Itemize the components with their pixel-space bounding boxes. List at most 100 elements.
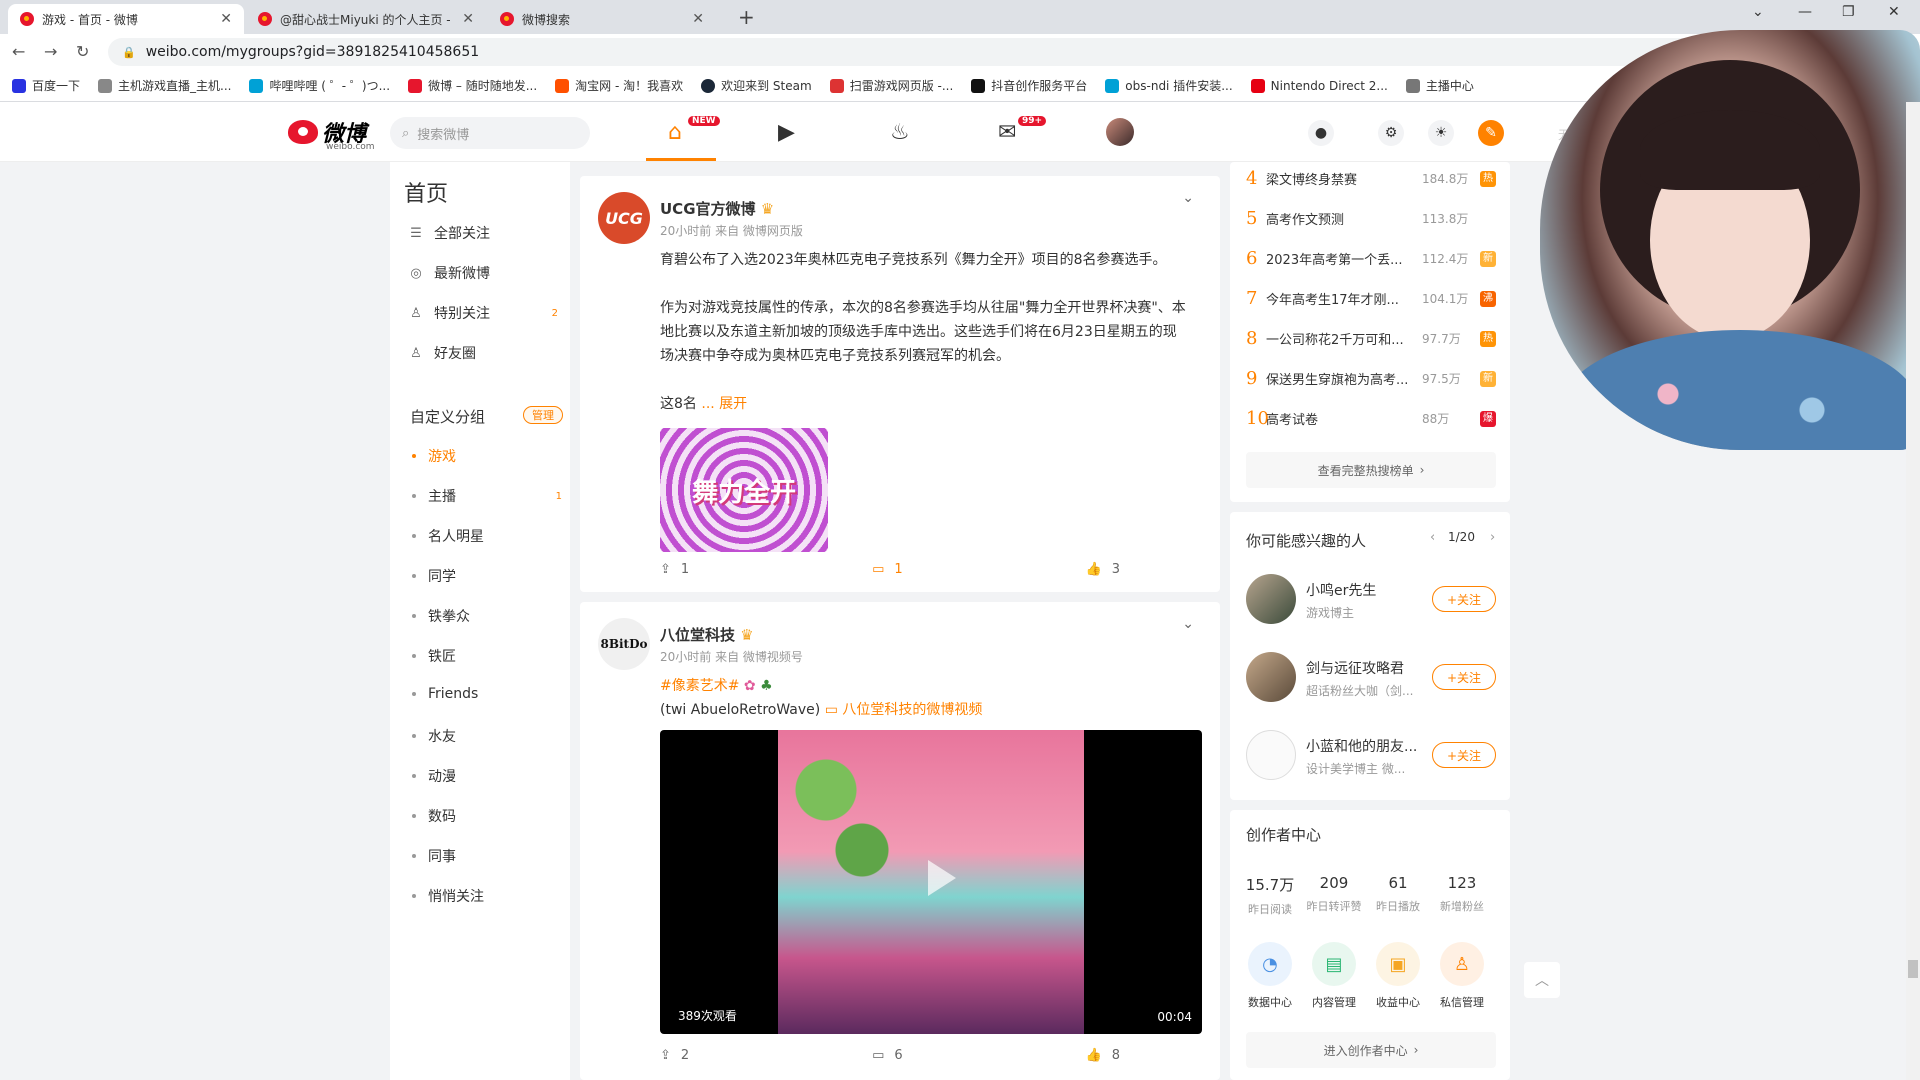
hot-icon[interactable]: ♨ [890,120,910,145]
browser-tab-active[interactable]: 游戏 - 首页 - 微博 ✕ [8,4,244,34]
stat-item[interactable]: 15.7万 昨日阅读 [1238,874,1302,917]
share-button[interactable]: ⇪ 1 [660,562,689,577]
weibo-logo[interactable]: 微博 weibo.com [288,116,375,152]
avatar[interactable] [1246,652,1296,702]
hot-search-item[interactable]: 6 2023年高考第一个丢... 112.4万新 [1246,248,1496,269]
avatar[interactable] [1246,730,1296,780]
gear-icon[interactable]: ⚙ [1378,120,1404,146]
scrollbar-thumb[interactable] [1908,960,1918,978]
bookmark-item[interactable]: 微博 – 随时随地发... [408,77,537,94]
bookmark-item[interactable]: Nintendo Direct 2... [1250,78,1388,93]
post-image[interactable]: 舞力全开 [660,428,828,552]
reload-icon[interactable]: ↻ [76,42,89,61]
tool-message-manage[interactable]: ♙ 私信管理 [1430,942,1494,1010]
group-item[interactable]: Friends [412,686,562,702]
hot-search-item[interactable]: 7 今年高考生17年才刚... 104.1万沸 [1246,288,1496,309]
comment-button[interactable]: ▭ 6 [872,1048,903,1063]
home-icon[interactable]: ⌂ [668,120,682,145]
back-to-top-button[interactable]: ︿ [1524,962,1560,998]
chevron-down-icon[interactable]: ⌄ [1182,616,1194,632]
bookmark-item[interactable]: 哔哩哔哩 ( ゜- ゜)つ... [249,77,390,94]
manage-button[interactable]: 管理 [523,406,563,424]
author-name[interactable]: 八位堂科技 ♛ [660,624,754,645]
play-icon[interactable] [928,860,956,896]
share-button[interactable]: ⇪ 2 [660,1048,689,1063]
author-avatar[interactable]: UCG [598,192,650,244]
tool-content-manage[interactable]: ▤ 内容管理 [1302,942,1366,1010]
group-item[interactable]: 同学 [412,566,562,586]
follow-button[interactable]: +关注 [1432,664,1496,690]
hot-search-item[interactable]: 5 高考作文预测 113.8万 [1246,208,1496,229]
group-item[interactable]: 数码 [412,806,562,826]
hashtag-link[interactable]: #像素艺术# [660,678,739,694]
new-tab-icon[interactable]: + [738,5,755,29]
like-button[interactable]: 👍 8 [1086,1048,1120,1063]
tab-search-icon[interactable]: ⌄ [1752,4,1764,20]
close-tab-icon[interactable]: ✕ [692,11,704,27]
browser-tab[interactable]: @甜心战士Miyuki 的个人主页 - ✕ [246,4,486,34]
hot-search-item[interactable]: 8 一公司称花2千万可和... 97.7万热 [1246,328,1496,349]
comment-button[interactable]: ▭ 1 [872,562,903,577]
theme-icon[interactable]: ☀ [1428,120,1454,146]
follow-button[interactable]: +关注 [1432,586,1496,612]
message-icon[interactable]: ✉ [998,120,1016,145]
bookmark-item[interactable]: 淘宝网 - 淘！我喜欢 [555,77,683,94]
sidebar-item-latest[interactable]: ◎ 最新微博 [408,261,558,285]
hot-search-item[interactable]: 4 梁文博终身禁赛 184.8万热 [1246,168,1496,189]
stat-item[interactable]: 123 新增粉丝 [1430,874,1494,914]
group-item-streamer[interactable]: 主播 1 [412,486,562,506]
stat-item[interactable]: 61 昨日播放 [1366,874,1430,914]
view-all-hot-button[interactable]: 查看完整热搜榜单 › [1246,452,1496,488]
forward-icon[interactable]: → [44,42,57,61]
video-link[interactable]: ▭ 八位堂科技的微博视频 [825,702,983,718]
user-avatar[interactable] [1106,118,1134,146]
avatar[interactable] [1246,574,1296,624]
bookmark-item[interactable]: 抖音创作服务平台 [971,77,1087,94]
close-tab-icon[interactable]: ✕ [462,11,474,27]
url-field[interactable]: 🔒 weibo.com/mygroups?gid=389182541045865… [108,38,1788,66]
bookmark-item[interactable]: 主播中心 [1405,77,1474,94]
group-item-game[interactable]: 游戏 [412,446,562,466]
minimize-icon[interactable]: — [1798,4,1812,20]
group-item[interactable]: 名人明星 [412,526,562,546]
browser-tab[interactable]: 微博搜索 ✕ [488,4,716,34]
follow-button[interactable]: +关注 [1432,742,1496,768]
tool-data-center[interactable]: ◔ 数据中心 [1238,942,1302,1010]
group-item[interactable]: 同事 [412,846,562,866]
video-player[interactable]: 389次观看 00:04 [660,730,1202,1034]
chevron-right-icon[interactable]: › [1490,530,1495,545]
game-icon[interactable]: ● [1308,120,1334,146]
group-item[interactable]: 铁匠 [412,646,562,666]
bookmark-item[interactable]: 主机游戏直播_主机... [98,77,231,94]
hot-search-item[interactable]: 9 保送男生穿旗袍为高考... 97.5万新 [1246,368,1496,389]
group-item[interactable]: 铁拳众 [412,606,562,626]
bookmark-item[interactable]: obs-ndi 插件安装... [1105,77,1233,94]
video-icon[interactable]: ▶ [778,120,795,145]
chevron-left-icon[interactable]: ‹ [1430,530,1435,545]
like-button[interactable]: 👍 3 [1086,562,1120,577]
back-icon[interactable]: ← [12,42,25,61]
scrollbar[interactable] [1906,102,1920,1080]
close-tab-icon[interactable]: ✕ [220,11,232,27]
author-avatar[interactable]: 8BitDo [598,618,650,670]
restore-icon[interactable]: ❐ [1842,4,1855,20]
close-window-icon[interactable]: ✕ [1888,4,1900,20]
stat-item[interactable]: 209 昨日转评赞 [1302,874,1366,914]
expand-link[interactable]: ... 展开 [701,396,747,412]
bookmark-item[interactable]: 欢迎来到 Steam [701,77,812,94]
enter-creator-center-button[interactable]: 进入创作者中心 › [1246,1032,1496,1068]
group-item[interactable]: 动漫 [412,766,562,786]
group-item[interactable]: 悄悄关注 [412,886,562,906]
compose-icon[interactable]: ✎ [1478,120,1504,146]
bookmark-item[interactable]: 百度一下 [12,77,80,94]
sidebar-item-special-follow[interactable]: ♙ 特别关注 2 [408,301,558,325]
chevron-down-icon[interactable]: ⌄ [1182,190,1194,206]
sidebar-item-all-follow[interactable]: ☰ 全部关注 [408,221,558,245]
bookmark-item[interactable]: 扫雷游戏网页版 -... [829,77,953,94]
hot-search-item[interactable]: 10 高考试卷 88万爆 [1246,408,1496,429]
tool-revenue[interactable]: ▣ 收益中心 [1366,942,1430,1010]
search-input[interactable]: ⌕ 搜索微博 [390,117,590,149]
sidebar-item-friends[interactable]: ♙ 好友圈 [408,341,558,365]
author-name[interactable]: UCG官方微博 ♛ [660,198,774,219]
group-item[interactable]: 水友 [412,726,562,746]
